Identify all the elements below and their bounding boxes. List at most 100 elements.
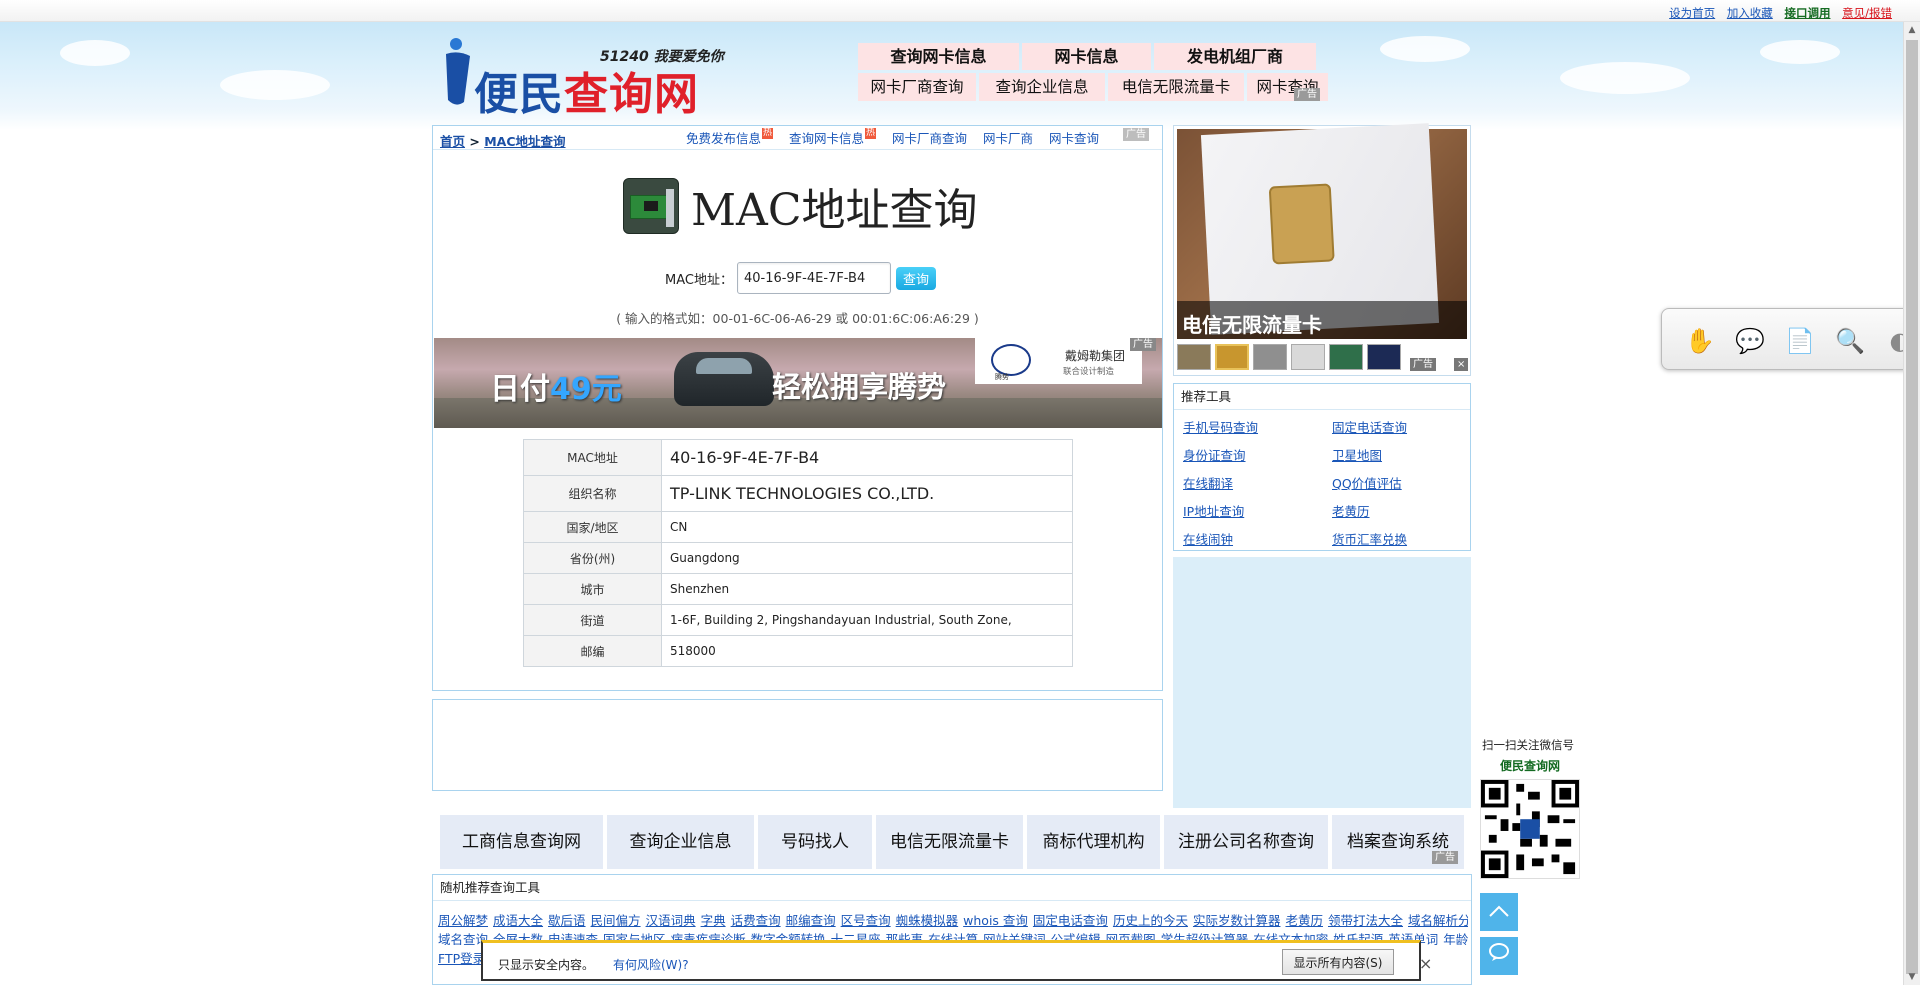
network-card-icon <box>623 178 679 234</box>
result-row: 国家/地区 CN <box>523 511 1073 543</box>
random-tool-link[interactable]: 邮编查询 <box>786 913 836 928</box>
tool-link[interactable]: 在线翻译 <box>1183 473 1233 492</box>
header-ad-link[interactable]: 发电机组厂商 <box>1154 43 1316 70</box>
add-favorite-link[interactable]: 加入收藏 <box>1727 6 1773 20</box>
tool-link[interactable]: 老黄历 <box>1332 501 1370 520</box>
random-tool-link[interactable]: 实际岁数计算器 <box>1193 913 1281 928</box>
scroll-up-icon[interactable]: ▲ <box>1904 22 1920 38</box>
ad-badge: 广告 <box>1410 358 1436 371</box>
close-icon[interactable]: × <box>1454 358 1469 371</box>
cloud-decoration <box>220 70 330 100</box>
close-icon[interactable]: × <box>1419 954 1432 973</box>
breadcrumb-home-link[interactable]: 首页 <box>440 134 465 149</box>
hot-nav-link[interactable]: 工商信息查询网 <box>440 815 603 869</box>
random-tool-link[interactable]: 区号查询 <box>841 913 891 928</box>
random-tool-link[interactable]: 老黄历 <box>1285 913 1323 928</box>
tool-link[interactable]: QQ价值评估 <box>1332 473 1402 492</box>
query-button[interactable]: 查询 <box>895 266 936 290</box>
thumbnail[interactable] <box>1329 344 1363 370</box>
random-tool-link[interactable]: 话费查询 <box>731 913 781 928</box>
vertical-scrollbar[interactable]: ▲ ▼ <box>1903 22 1920 985</box>
scroll-down-icon[interactable]: ▼ <box>1904 969 1920 985</box>
header-ad-link[interactable]: 网卡厂商查询 <box>858 73 976 101</box>
right-ad-placeholder <box>1173 557 1471 808</box>
thumbnail[interactable] <box>1215 344 1249 370</box>
hot-nav-link[interactable]: 商标代理机构 <box>1027 815 1160 869</box>
mac-input[interactable] <box>736 262 891 294</box>
tool-link[interactable]: 卫星地图 <box>1332 445 1382 464</box>
recommended-tools: 推荐工具 手机号码查询 身份证查询 在线翻译 IP地址查询 在线闹钟 固定电话查… <box>1173 383 1471 551</box>
tool-nav-link[interactable]: 网卡查询 <box>1049 131 1099 146</box>
banner-ad[interactable]: 日付49元 轻松拥享腾势 腾势 戴姆勒集团 联合设计制造 广告 <box>434 338 1162 428</box>
random-tool-link[interactable]: whois 查询 <box>963 913 1028 928</box>
comment-icon[interactable]: 💬 <box>1734 327 1766 355</box>
document-icon[interactable]: 📄 <box>1784 327 1816 355</box>
hot-nav-link[interactable]: 注册公司名称查询 <box>1164 815 1328 869</box>
result-value: TP-LINK TECHNOLOGIES CO.,LTD. <box>661 475 1073 512</box>
scrollbar-thumb[interactable] <box>1906 40 1918 974</box>
header-ad-link[interactable]: 查询企业信息 <box>979 73 1105 101</box>
hot-nav-link[interactable]: 电信无限流量卡 <box>876 815 1023 869</box>
message-button[interactable] <box>1480 937 1518 975</box>
ad-badge: 广告 <box>1432 851 1458 864</box>
random-tool-link[interactable]: 蜘蛛模拟器 <box>896 913 959 928</box>
security-notification-bar: 只显示安全内容。 有何风险(W)? 显示所有内容(S) × <box>481 940 1432 981</box>
tool-nav-link[interactable]: 免费发布信息热 <box>686 128 774 146</box>
format-hint: ( 输入的格式如：00-01-6C-06-A6-29 或 00:01:6C:06… <box>616 311 979 326</box>
random-tool-link[interactable]: 域名解析分析 <box>1408 913 1468 928</box>
random-tool-link[interactable]: 历史上的今天 <box>1113 913 1188 928</box>
feedback-link[interactable]: 意见/报错 <box>1842 6 1892 20</box>
tool-link[interactable]: 在线闹钟 <box>1183 529 1233 548</box>
qr-code-icon <box>1480 779 1580 879</box>
hand-icon[interactable]: ✋ <box>1684 327 1716 355</box>
logo-text: 便民查询网 <box>474 58 699 122</box>
random-tool-link[interactable]: 领带打法大全 <box>1328 913 1403 928</box>
header-ad-link[interactable]: 电信无限流量卡 <box>1108 73 1244 101</box>
tool-link[interactable]: 身份证查询 <box>1183 445 1246 464</box>
tool-link[interactable]: 固定电话查询 <box>1332 417 1407 436</box>
random-tool-link[interactable]: 固定电话查询 <box>1033 913 1108 928</box>
header-ad-links: 查询网卡信息 网卡信息 发电机组厂商 网卡厂商查询 查询企业信息 电信无限流量卡… <box>858 43 1328 103</box>
header-ad-link[interactable]: 查询网卡信息 <box>858 43 1019 70</box>
thumbnail[interactable] <box>1177 344 1211 370</box>
find-icon[interactable]: 🔍 <box>1834 327 1866 355</box>
breadcrumb-current-link[interactable]: MAC地址查询 <box>484 134 565 149</box>
show-all-content-button[interactable]: 显示所有内容(S) <box>1282 949 1394 975</box>
header-ad-link[interactable]: 网卡信息 <box>1022 43 1151 70</box>
random-tool-link[interactable]: 年龄计算器 <box>1443 932 1468 945</box>
breadcrumb-bar: 首页 > MAC地址查询 免费发布信息热 查询网卡信息热 网卡厂商查询 网卡厂商… <box>433 126 1162 150</box>
right-image-ad[interactable]: 电信无限流量卡 广告 × <box>1173 123 1471 376</box>
thumbnail[interactable] <box>1253 344 1287 370</box>
tool-link[interactable]: 货币汇率兑换 <box>1332 529 1407 548</box>
tool-link[interactable]: 手机号码查询 <box>1183 417 1258 436</box>
tool-nav-link[interactable]: 网卡厂商查询 <box>892 131 967 146</box>
thumbnail[interactable] <box>1367 344 1401 370</box>
tool-link[interactable]: IP地址查询 <box>1183 501 1244 520</box>
random-tool-link[interactable]: FTP登录 <box>438 951 485 966</box>
hot-badge: 热 <box>762 128 774 139</box>
wechat-line-1: 扫一扫关注微信号 <box>1482 738 1574 752</box>
random-tool-link[interactable]: 歇后语 <box>548 913 586 928</box>
top-links: 设为首页 加入收藏 接口调用 意见/报错 <box>1661 5 1892 21</box>
wechat-line-2: 便民查询网 <box>1500 759 1561 773</box>
hot-nav-link[interactable]: 号码找人 <box>758 815 872 869</box>
tool-nav-link[interactable]: 查询网卡信息热 <box>789 128 877 146</box>
random-tool-link[interactable]: 成语大全 <box>493 913 543 928</box>
risk-link[interactable]: 有何风险(W)? <box>613 956 689 973</box>
back-to-top-button[interactable] <box>1480 893 1518 931</box>
tool-nav-link[interactable]: 网卡厂商 <box>983 131 1033 146</box>
logo-text-a: 便民 <box>474 69 564 120</box>
logo-figure-icon <box>446 38 470 105</box>
set-home-link[interactable]: 设为首页 <box>1669 6 1715 20</box>
thumbnail[interactable] <box>1291 344 1325 370</box>
random-tool-link[interactable]: 周公解梦 <box>438 913 488 928</box>
random-tool-link[interactable]: 字典 <box>701 913 726 928</box>
main-panel: 首页 > MAC地址查询 免费发布信息热 查询网卡信息热 网卡厂商查询 网卡厂商… <box>432 125 1163 691</box>
result-key: 街道 <box>523 604 662 636</box>
random-tool-link[interactable]: 汉语词典 <box>646 913 696 928</box>
tools-title: 推荐工具 <box>1174 384 1470 410</box>
hot-nav-link[interactable]: 查询企业信息 <box>607 815 754 869</box>
api-link[interactable]: 接口调用 <box>1784 6 1830 20</box>
random-tool-link[interactable]: 民间偏方 <box>591 913 641 928</box>
security-message: 只显示安全内容。 <box>498 958 595 972</box>
